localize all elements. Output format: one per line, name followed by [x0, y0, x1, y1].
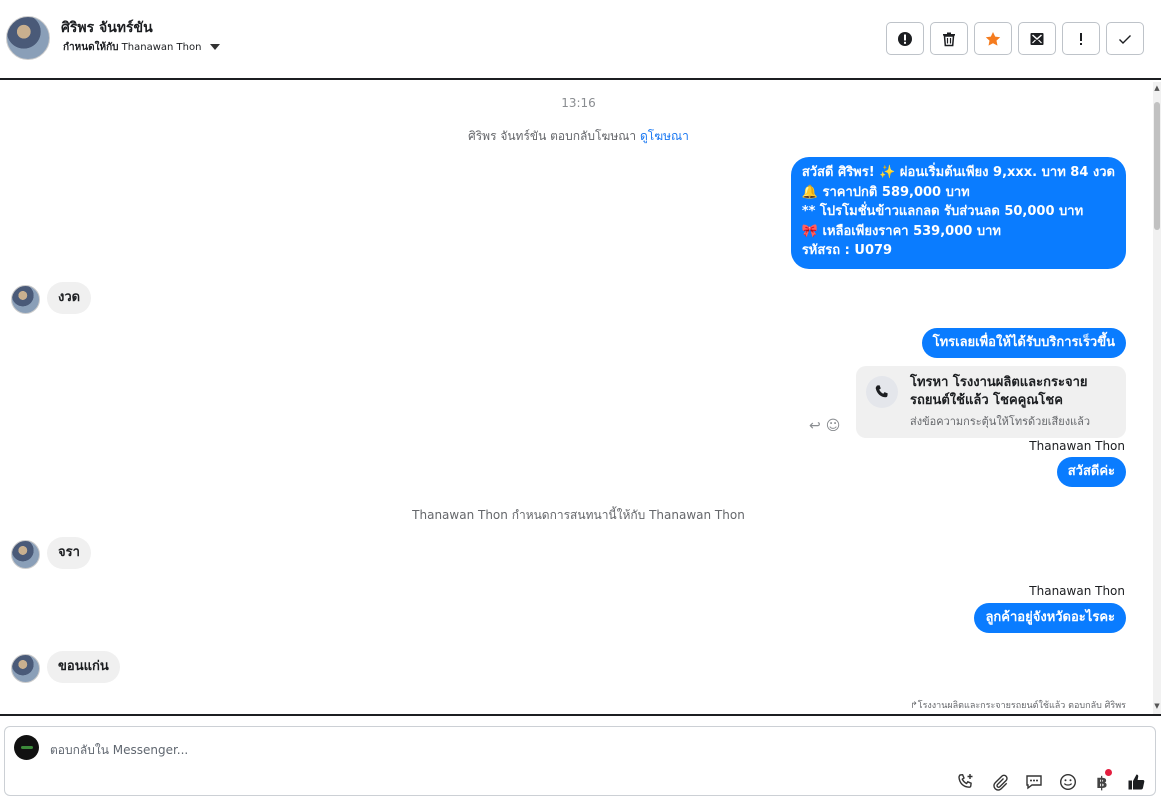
trash-icon	[943, 32, 955, 46]
reply-input-box[interactable]: ตอบกลับใน Messenger... ฿	[4, 726, 1156, 796]
phone-icon	[875, 385, 888, 398]
assignee-name: Thanawan Thon	[121, 42, 202, 53]
incoming-message[interactable]: จรา	[47, 537, 91, 569]
ad-message-line: รหัสรถ : U079	[801, 243, 893, 258]
sender-label: Thanawan Thon	[1029, 439, 1125, 453]
spam-button[interactable]	[886, 22, 924, 55]
mark-done-button[interactable]	[1106, 22, 1144, 55]
emoji-icon	[1059, 773, 1077, 791]
attachment-icon	[993, 774, 1008, 791]
thread-scrollbar[interactable]: ▲ ▼	[1153, 82, 1161, 714]
call-add-icon	[958, 773, 973, 788]
view-ad-link[interactable]: ดูโฆษณา	[640, 129, 689, 143]
ad-message-line: ** โปรโมชั่นข้าวแลกลด รับส่วนลด 50,000 บ…	[801, 204, 1084, 219]
contact-avatar-small[interactable]	[11, 285, 40, 314]
follow-up-icon	[1080, 32, 1082, 45]
done-check-icon	[1119, 34, 1131, 44]
call-card-title: โทรหา โรงงานผลิตและกระจายรถยนต์ใช้แล้ว โ…	[910, 375, 1088, 408]
mark-unread-button[interactable]	[1018, 22, 1056, 55]
outgoing-message[interactable]: สวัสดีค่ะ	[1056, 457, 1126, 487]
scroll-thumb[interactable]	[1154, 102, 1160, 230]
message-timestamp: 13:16	[561, 96, 596, 110]
mark-unread-icon	[1030, 32, 1044, 45]
reply-input[interactable]: ตอบกลับใน Messenger...	[50, 741, 188, 760]
follow-up-button[interactable]	[1062, 22, 1100, 55]
outgoing-ad-message[interactable]: สวัสดี ศิริพร! ✨ ผ่อนเริ่มต้นเพียง 9,xxx…	[790, 157, 1126, 269]
assignment-dropdown[interactable]: กำหนดให้กับ Thanawan Thon	[63, 40, 220, 55]
sender-label: Thanawan Thon	[1029, 584, 1125, 598]
conversation-toolbar	[886, 22, 1144, 55]
page-avatar	[14, 735, 39, 760]
message-thread[interactable]: 13:16 ศิริพร จันทร์ขัน ตอบกลับโฆษณา ดูโฆ…	[0, 82, 1161, 714]
system-assign-notice: Thanawan Thon กำหนดการสนทนานี้ให้กับ Tha…	[412, 508, 745, 522]
ad-message-line: 🔔 ราคาปกติ 589,000 บาท	[801, 184, 970, 200]
assignment-prefix: กำหนดให้กับ	[63, 42, 119, 53]
conversation-header: ศิริพร จันทร์ขัน กำหนดให้กับ Thanawan Th…	[0, 0, 1161, 80]
incoming-message[interactable]: ขอนแก่น	[47, 651, 120, 683]
notification-dot	[1105, 769, 1112, 776]
outgoing-message[interactable]: ลูกค้าอยู่จังหวัดอะไรคะ	[974, 603, 1126, 633]
delete-button[interactable]	[930, 22, 968, 55]
composer: ตอบกลับใน Messenger... ฿	[0, 714, 1161, 796]
system-reply-ad-notice: ศิริพร จันทร์ขัน ตอบกลับโฆษณา ดูโฆษณา	[0, 127, 1157, 146]
message-actions: ↩ ☺	[809, 418, 840, 434]
react-emoji-icon[interactable]: ☺	[826, 418, 841, 434]
contact-name[interactable]: ศิริพร จันทร์ขัน	[61, 17, 153, 39]
contact-avatar[interactable]	[6, 16, 50, 60]
spam-icon	[898, 31, 912, 46]
star-button[interactable]	[974, 22, 1012, 55]
star-icon	[985, 31, 1001, 46]
outgoing-message[interactable]: โทรเลยเพื่อให้ได้รับบริการเร็วขึ้น	[921, 328, 1126, 358]
scroll-down-arrow-icon[interactable]: ▼	[1153, 702, 1161, 710]
call-request-card[interactable]: โทรหา โรงงานผลิตและกระจายรถยนต์ใช้แล้ว โ…	[856, 366, 1126, 438]
scroll-up-arrow-icon[interactable]: ▲	[1153, 84, 1161, 92]
caret-down-icon	[209, 44, 220, 50]
like-icon	[1128, 774, 1145, 790]
system-reply-ad-text: ศิริพร จันทร์ขัน ตอบกลับโฆษณา	[468, 129, 637, 143]
contact-avatar-small[interactable]	[11, 654, 40, 683]
phone-icon-wrapper	[866, 376, 898, 408]
contact-avatar-small[interactable]	[11, 540, 40, 569]
reply-icon[interactable]: ↩	[809, 418, 821, 434]
saved-reply-icon	[1026, 775, 1042, 790]
ad-message-line: 🎀 เหลือเพียงราคา 539,000 บาท	[801, 223, 1001, 239]
incoming-message[interactable]: งวด	[47, 282, 92, 314]
ad-message-line: สวัสดี ศิริพร! ✨ ผ่อนเริ่มต้นเพียง 9,xxx…	[801, 165, 1115, 180]
reply-attribution: ↱โรงงานผลิตและกระจายรถยนต์ใช้แล้ว ตอบกลั…	[910, 701, 1126, 711]
call-card-subtitle: ส่งข้อความกระตุ้นให้โทรด้วยเสียงแล้ว	[910, 415, 1091, 428]
